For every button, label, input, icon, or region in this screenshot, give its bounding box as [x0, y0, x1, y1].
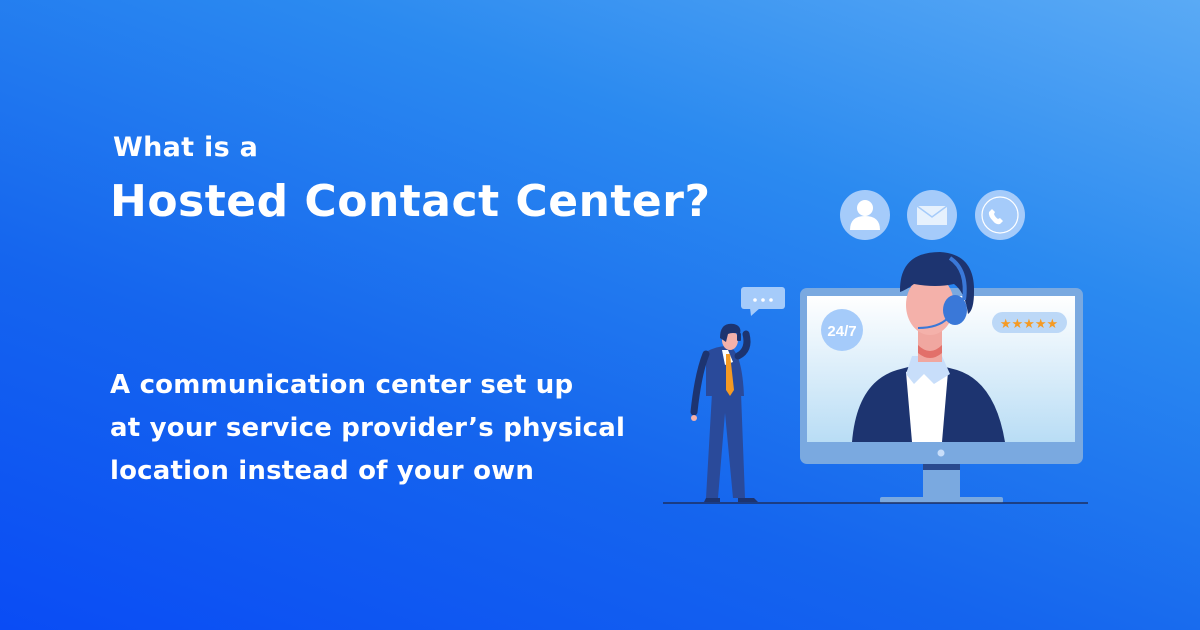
user-icon [840, 190, 890, 240]
svg-text:24/7: 24/7 [827, 323, 856, 340]
caller-man [690, 323, 758, 502]
mail-icon [907, 190, 957, 240]
badge-247: 24/7 [821, 309, 863, 351]
phone-icon [975, 190, 1025, 240]
contact-center-illustration: 24/7 ★★★★★ [663, 190, 1088, 504]
svg-text:★★★★★: ★★★★★ [1000, 317, 1058, 332]
chat-bubble-icon [741, 287, 785, 316]
rating-badge: ★★★★★ [992, 312, 1067, 333]
